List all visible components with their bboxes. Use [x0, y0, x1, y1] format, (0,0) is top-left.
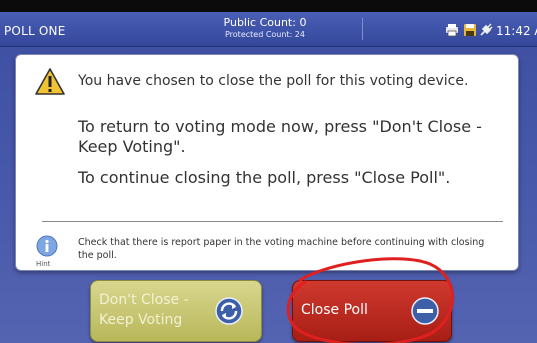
cycle-icon: [215, 297, 243, 325]
printer-icon: [446, 24, 458, 37]
power-plug-icon: [480, 23, 493, 36]
dont-close-label: Don't Close - Keep Voting: [99, 292, 189, 328]
counts: Public Count: 0 Protected Count: 24: [190, 16, 340, 41]
public-count: Public Count: 0: [223, 16, 307, 29]
device-bezel: [0, 0, 537, 12]
status-bar: POLL ONE Public Count: 0 Protected Count…: [0, 12, 537, 47]
close-poll-button[interactable]: Close Poll: [292, 280, 452, 342]
warning-icon: [35, 68, 65, 95]
message-line-1: You have chosen to close the poll for th…: [78, 73, 469, 89]
dont-close-button[interactable]: Don't Close - Keep Voting: [90, 280, 262, 342]
close-poll-dialog: You have chosen to close the poll for th…: [15, 54, 519, 271]
protected-count: Protected Count: 24: [224, 30, 305, 39]
divider: [42, 221, 503, 222]
poll-name: POLL ONE: [4, 24, 66, 38]
minus-circle-icon: [411, 297, 439, 325]
hint-text: Check that there is report paper in the …: [78, 237, 485, 261]
save-icon: [464, 24, 476, 36]
dialog-message: You have chosen to close the poll for th…: [78, 73, 508, 187]
message-line-2: To return to voting mode now, press "Don…: [78, 117, 482, 156]
clock: 11:42 AM: [496, 24, 537, 38]
voting-screen: POLL ONE Public Count: 0 Protected Count…: [0, 12, 537, 343]
status-divider: [362, 18, 363, 40]
info-icon: [36, 235, 58, 257]
close-poll-label: Close Poll: [301, 302, 368, 318]
hint-label: Hint: [36, 260, 51, 268]
message-line-3: To continue closing the poll, press "Clo…: [78, 168, 451, 187]
